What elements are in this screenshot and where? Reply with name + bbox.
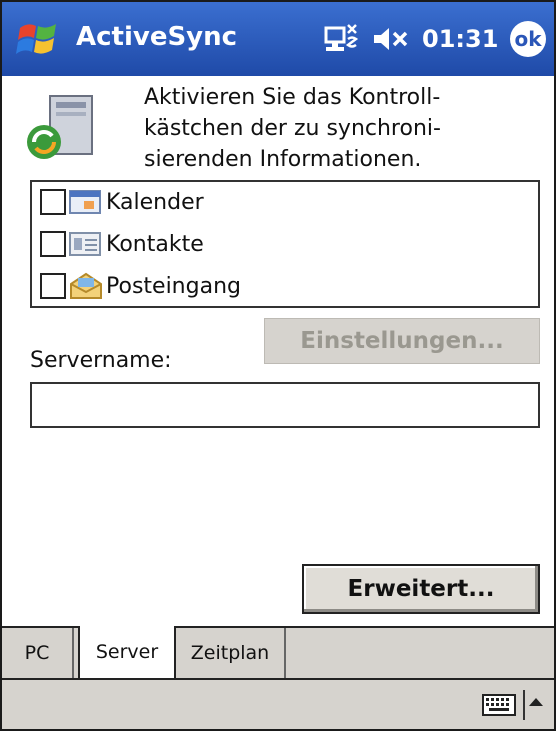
- checkbox-kalender[interactable]: [40, 189, 66, 215]
- server-name-label: Servername:: [30, 348, 172, 373]
- settings-button[interactable]: Einstellungen...: [264, 318, 540, 364]
- connectivity-icon[interactable]: [324, 22, 360, 56]
- app-title: ActiveSync: [76, 22, 238, 52]
- activesync-computer-icon: [27, 95, 93, 159]
- sync-items-list: Kalender Kontakte Posteingang: [30, 180, 540, 308]
- tab-server[interactable]: Server: [78, 626, 176, 678]
- sync-item-kalender[interactable]: Kalender: [40, 182, 204, 222]
- windows-start-icon[interactable]: [14, 14, 64, 64]
- device-screen: ActiveSync 01:31 ok Aktivieren Sie das K…: [0, 0, 556, 731]
- tab-bar: PC Server Zeitplan: [2, 626, 554, 678]
- system-tray: 01:31: [324, 19, 498, 59]
- title-bar: ActiveSync 01:31 ok: [2, 2, 554, 76]
- clock[interactable]: 01:31: [422, 25, 498, 53]
- ok-button[interactable]: ok: [510, 21, 546, 57]
- tab-zeitplan[interactable]: Zeitplan: [176, 628, 286, 678]
- main-content: Aktivieren Sie das Kontroll- kästchen de…: [2, 76, 554, 626]
- tab-pc[interactable]: PC: [2, 628, 74, 678]
- sync-item-label: Kalender: [106, 189, 204, 215]
- calendar-icon: [69, 190, 101, 214]
- sync-item-label: Posteingang: [106, 273, 241, 299]
- contacts-icon: [69, 232, 101, 256]
- instruction-text: Aktivieren Sie das Kontroll- kästchen de…: [144, 85, 441, 172]
- server-name-input[interactable]: [30, 382, 540, 428]
- sync-item-label: Kontakte: [106, 231, 204, 257]
- keyboard-icon[interactable]: [482, 694, 516, 716]
- sync-item-kontakte[interactable]: Kontakte: [40, 224, 204, 264]
- menu-separator: [523, 690, 525, 720]
- sync-item-posteingang[interactable]: Posteingang: [40, 266, 241, 306]
- checkbox-posteingang[interactable]: [40, 273, 66, 299]
- checkbox-kontakte[interactable]: [40, 231, 66, 257]
- menu-bar: [2, 678, 554, 729]
- inbox-icon: [70, 272, 102, 299]
- advanced-button[interactable]: Erweitert...: [302, 564, 540, 614]
- speaker-muted-icon[interactable]: [372, 24, 410, 54]
- arrow-up-icon[interactable]: [529, 698, 543, 706]
